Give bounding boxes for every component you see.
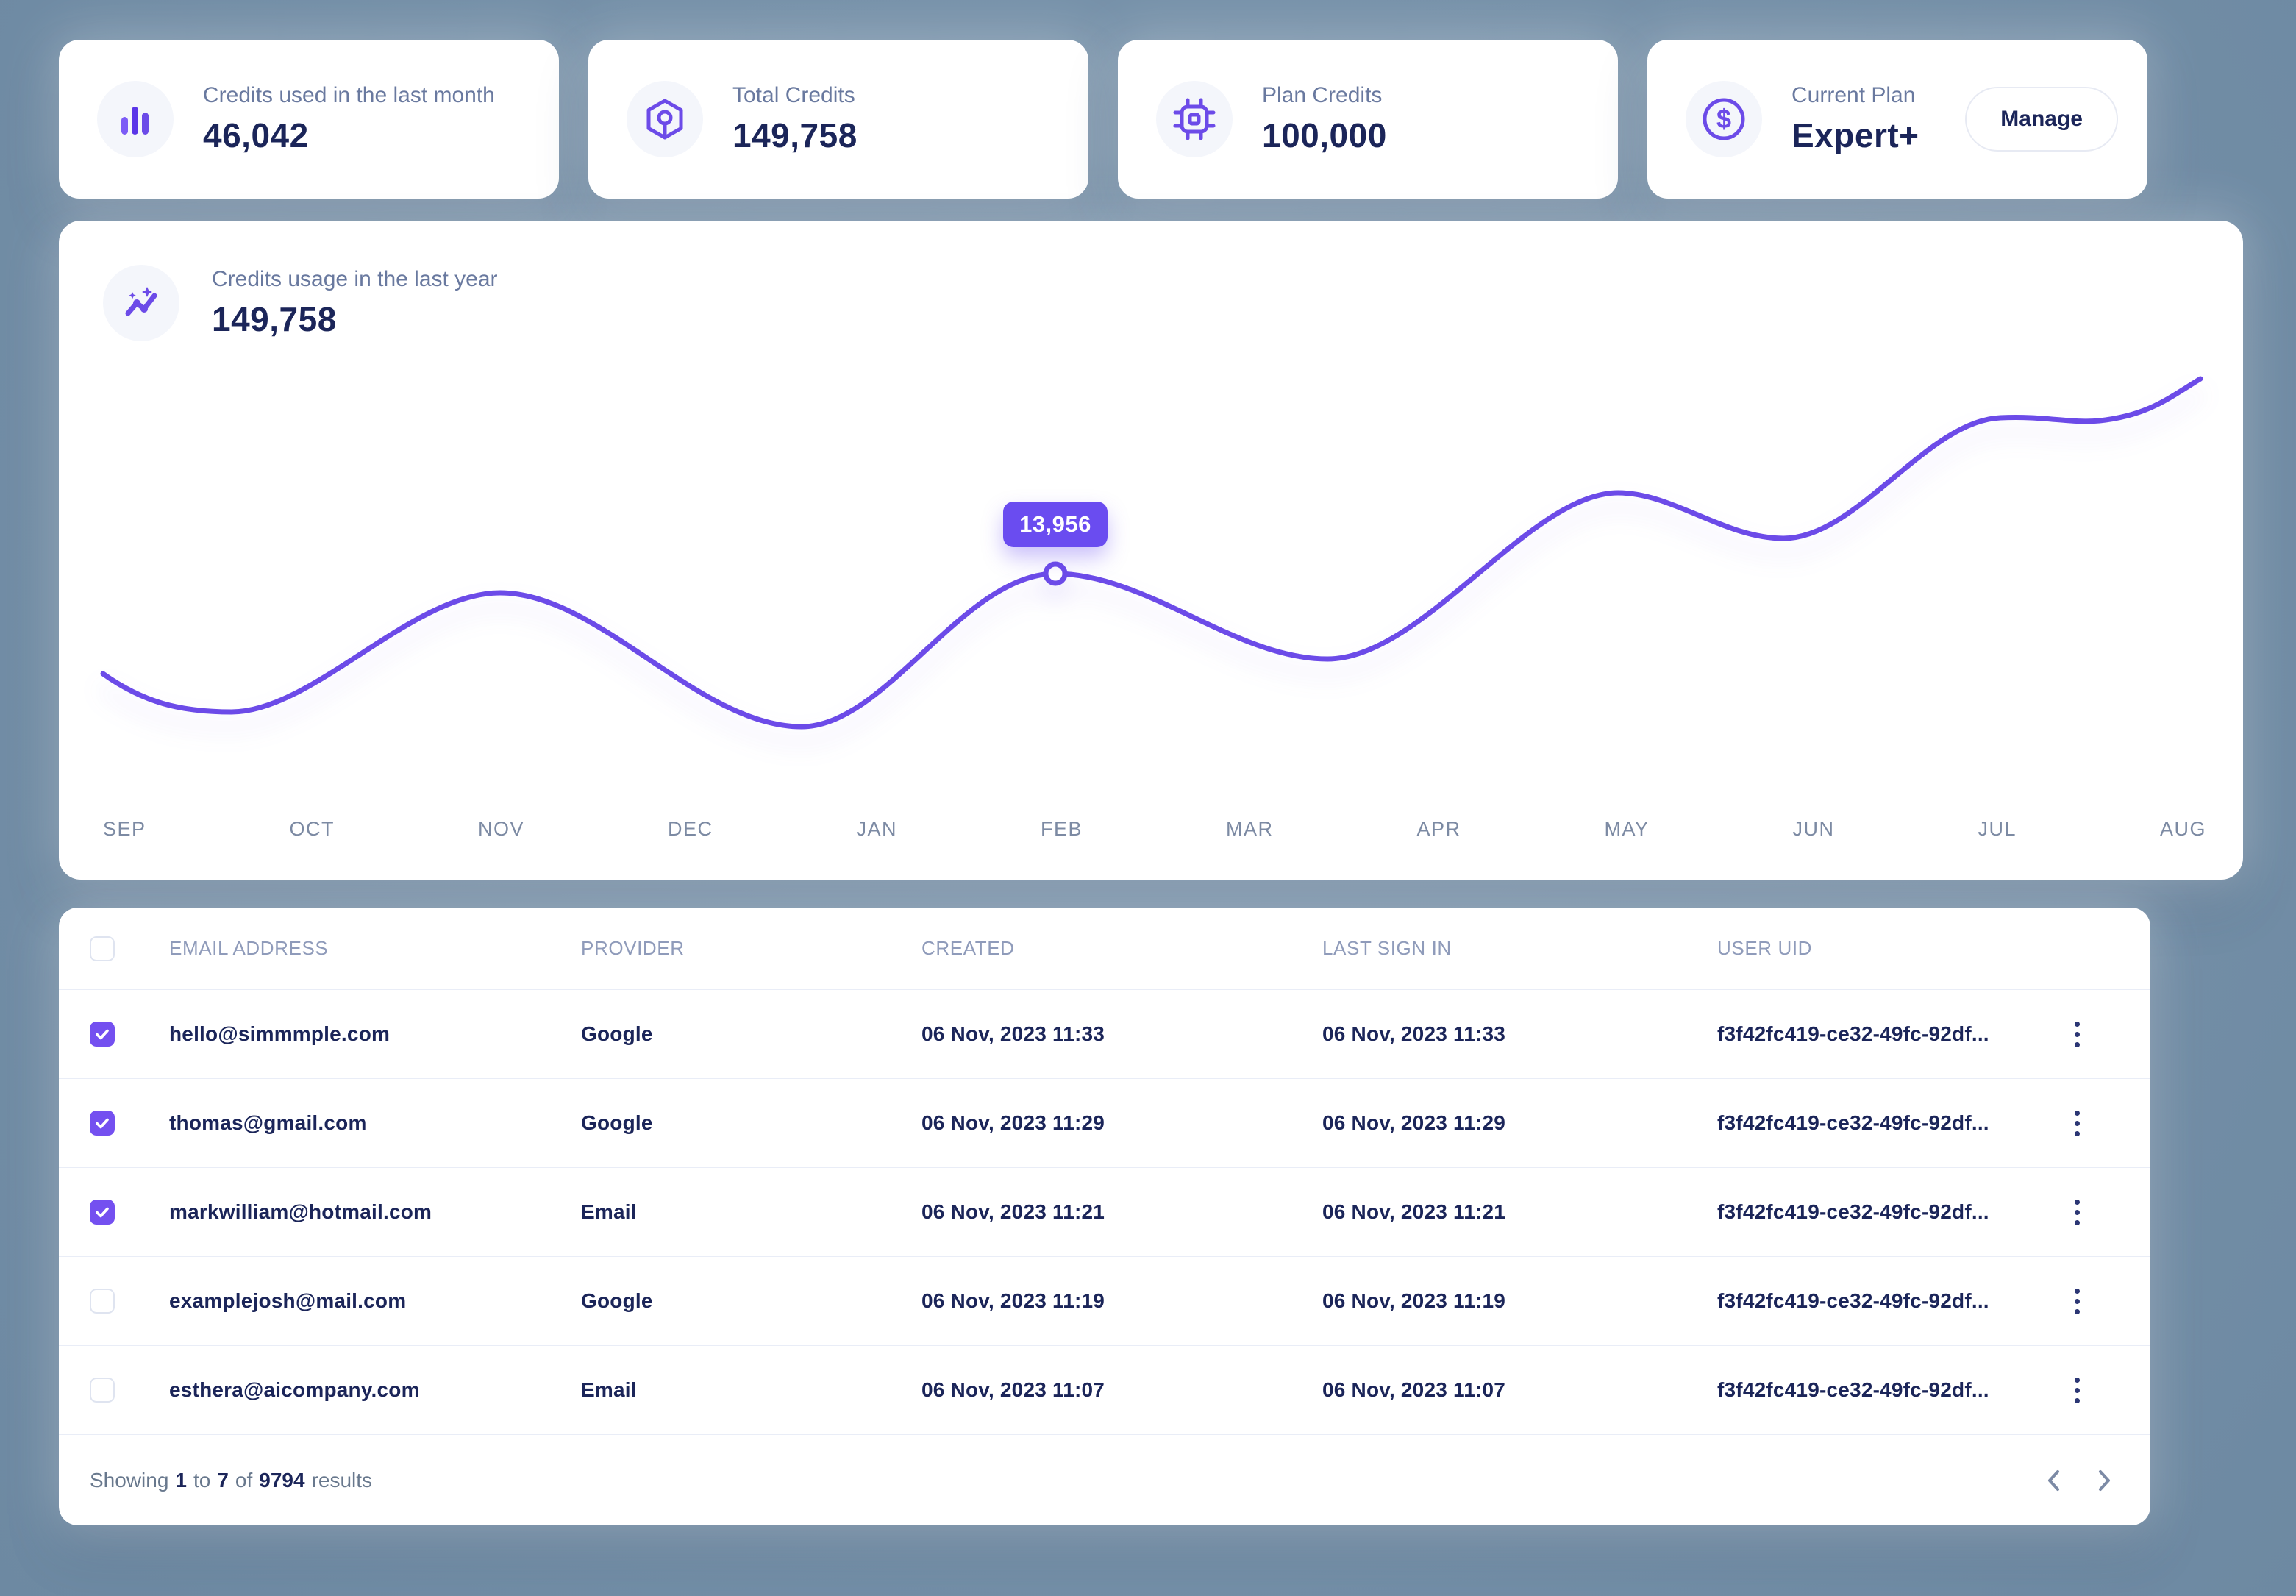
x-axis-label: MAY: [1605, 818, 1650, 841]
x-axis: SEP OCT NOV DEC JAN FEB MAR APR MAY JUN …: [103, 818, 2206, 841]
last-sign-in-cell: 06 Nov, 2023 11:33: [1322, 1022, 1717, 1046]
manage-plan-button[interactable]: Manage: [1965, 87, 2118, 152]
x-axis-label: NOV: [478, 818, 524, 841]
row-actions-kebab-icon[interactable]: [2062, 1111, 2092, 1136]
user-uid-cell: f3f42fc419-ce32-49fc-92df...: [1717, 1022, 2062, 1046]
column-header-provider: PROVIDER: [581, 937, 921, 960]
provider-cell: Google: [581, 1289, 921, 1313]
stat-card-plan-credits: Plan Credits 100,000: [1118, 40, 1618, 199]
chip-icon: [1156, 81, 1233, 157]
last-sign-in-cell: 06 Nov, 2023 11:07: [1322, 1378, 1717, 1402]
x-axis-label: AUG: [2160, 818, 2206, 841]
chevron-right-icon: [2095, 1467, 2114, 1494]
table-row: markwilliam@hotmail.com Email 06 Nov, 20…: [59, 1167, 2150, 1256]
created-cell: 06 Nov, 2023 11:21: [921, 1200, 1322, 1224]
results-to: 7: [217, 1469, 229, 1492]
results-summary-word: to: [193, 1469, 210, 1492]
email-cell: markwilliam@hotmail.com: [169, 1200, 581, 1224]
row-actions-kebab-icon[interactable]: [2062, 1200, 2092, 1225]
created-cell: 06 Nov, 2023 11:29: [921, 1111, 1322, 1135]
results-from: 1: [175, 1469, 187, 1492]
table-row: examplejosh@mail.com Google 06 Nov, 2023…: [59, 1256, 2150, 1345]
chevron-left-icon: [2044, 1467, 2063, 1494]
stat-label: Total Credits: [732, 83, 858, 108]
column-header-email: EMAIL ADDRESS: [169, 937, 581, 960]
provider-cell: Google: [581, 1022, 921, 1046]
user-uid-cell: f3f42fc419-ce32-49fc-92df...: [1717, 1200, 2062, 1224]
stat-value: 46,042: [203, 115, 495, 155]
x-axis-label: MAR: [1226, 818, 1274, 841]
billing-dashboard: Credits used in the last month 46,042 To…: [0, 0, 2296, 1596]
bar-chart-icon: [97, 81, 174, 157]
column-header-user-uid: USER UID: [1717, 937, 2062, 960]
results-summary-word: results: [312, 1469, 372, 1492]
created-cell: 06 Nov, 2023 11:33: [921, 1022, 1322, 1046]
email-cell: thomas@gmail.com: [169, 1111, 581, 1135]
dollar-icon: $: [1686, 81, 1762, 157]
results-total: 9794: [259, 1469, 304, 1492]
table-row: hello@simmmple.com Google 06 Nov, 2023 1…: [59, 989, 2150, 1078]
x-axis-label: FEB: [1041, 818, 1083, 841]
table-footer: Showing 1 to 7 of 9794 results: [59, 1434, 2150, 1525]
x-axis-label: JAN: [857, 818, 898, 841]
stat-label: Current Plan: [1791, 83, 1919, 108]
stat-label: Credits used in the last month: [203, 83, 495, 108]
results-summary-word: of: [235, 1469, 252, 1492]
cube-icon: [627, 81, 703, 157]
row-checkbox[interactable]: [90, 1200, 115, 1225]
chart-highlight-marker: [1046, 564, 1065, 583]
table-row: thomas@gmail.com Google 06 Nov, 2023 11:…: [59, 1078, 2150, 1167]
row-actions-kebab-icon[interactable]: [2062, 1289, 2092, 1314]
row-checkbox[interactable]: [90, 1111, 115, 1136]
next-page-button[interactable]: [2089, 1464, 2121, 1497]
users-table-card: EMAIL ADDRESS PROVIDER CREATED LAST SIGN…: [59, 908, 2150, 1525]
stat-card-total-credits: Total Credits 149,758: [588, 40, 1088, 199]
stat-card-credits-used: Credits used in the last month 46,042: [59, 40, 559, 199]
stat-value: 149,758: [732, 115, 858, 155]
prev-page-button[interactable]: [2037, 1464, 2069, 1497]
stat-card-current-plan: $ Current Plan Expert+ Manage: [1647, 40, 2147, 199]
row-actions-kebab-icon[interactable]: [2062, 1022, 2092, 1047]
x-axis-label: OCT: [290, 818, 335, 841]
row-actions-kebab-icon[interactable]: [2062, 1378, 2092, 1403]
last-sign-in-cell: 06 Nov, 2023 11:21: [1322, 1200, 1717, 1224]
stat-label: Plan Credits: [1262, 83, 1387, 108]
x-axis-label: SEP: [103, 818, 146, 841]
last-sign-in-cell: 06 Nov, 2023 11:19: [1322, 1289, 1717, 1313]
created-cell: 06 Nov, 2023 11:07: [921, 1378, 1322, 1402]
credits-usage-chart-card: Credits usage in the last year 149,758 1…: [59, 221, 2243, 880]
x-axis-label: JUN: [1793, 818, 1835, 841]
column-header-created: CREATED: [921, 937, 1322, 960]
select-all-checkbox[interactable]: [90, 936, 115, 961]
email-cell: hello@simmmple.com: [169, 1022, 581, 1046]
x-axis-label: APR: [1416, 818, 1461, 841]
user-uid-cell: f3f42fc419-ce32-49fc-92df...: [1717, 1378, 2062, 1402]
results-summary-word: Showing: [90, 1469, 168, 1492]
provider-cell: Email: [581, 1200, 921, 1224]
row-checkbox[interactable]: [90, 1022, 115, 1047]
credits-usage-line-chart[interactable]: [59, 221, 2243, 880]
stat-value: 100,000: [1262, 115, 1387, 155]
table-row: esthera@aicompany.com Email 06 Nov, 2023…: [59, 1345, 2150, 1434]
provider-cell: Email: [581, 1378, 921, 1402]
created-cell: 06 Nov, 2023 11:19: [921, 1289, 1322, 1313]
results-summary: Showing 1 to 7 of 9794 results: [90, 1469, 372, 1492]
svg-text:$: $: [1716, 104, 1731, 134]
stat-value: Expert+: [1791, 115, 1919, 155]
last-sign-in-cell: 06 Nov, 2023 11:29: [1322, 1111, 1717, 1135]
column-header-last-sign-in: LAST SIGN IN: [1322, 937, 1717, 960]
x-axis-label: DEC: [668, 818, 713, 841]
chart-tooltip: 13,956: [1003, 502, 1108, 547]
row-checkbox[interactable]: [90, 1378, 115, 1403]
chart-tooltip-value: 13,956: [1019, 511, 1091, 538]
user-uid-cell: f3f42fc419-ce32-49fc-92df...: [1717, 1289, 2062, 1313]
email-cell: examplejosh@mail.com: [169, 1289, 581, 1313]
pagination-controls: [2037, 1464, 2121, 1497]
email-cell: esthera@aicompany.com: [169, 1378, 581, 1402]
x-axis-label: JUL: [1978, 818, 2017, 841]
table-header-row: EMAIL ADDRESS PROVIDER CREATED LAST SIGN…: [59, 908, 2150, 989]
user-uid-cell: f3f42fc419-ce32-49fc-92df...: [1717, 1111, 2062, 1135]
row-checkbox[interactable]: [90, 1289, 115, 1314]
provider-cell: Google: [581, 1111, 921, 1135]
